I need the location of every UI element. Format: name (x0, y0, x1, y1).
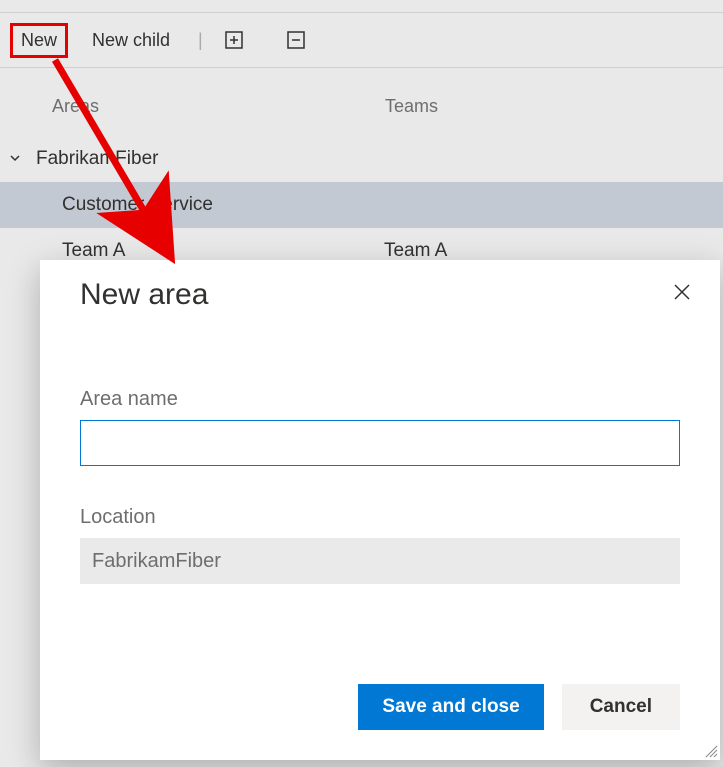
column-headers: Areas Teams (0, 96, 723, 117)
tree-item-team: Team A (384, 240, 723, 262)
area-name-label: Area name (80, 388, 178, 411)
tree-root-label: FabrikamFiber (30, 148, 158, 170)
chevron-down-icon[interactable] (0, 148, 30, 170)
area-tree: FabrikamFiber Customer Service Team A Te… (0, 136, 723, 274)
column-header-teams: Teams (385, 96, 723, 117)
tree-item-label: Team A (0, 240, 125, 262)
expand-icon[interactable] (223, 29, 245, 51)
new-area-dialog: New area Area name Location FabrikamFibe… (40, 260, 720, 760)
close-button[interactable] (668, 278, 696, 306)
dialog-actions: Save and close Cancel (358, 684, 680, 730)
area-name-input[interactable] (80, 420, 680, 466)
tree-item-label: Customer Service (0, 194, 213, 216)
new-button[interactable]: New (10, 23, 68, 58)
save-and-close-button[interactable]: Save and close (358, 684, 543, 730)
tree-root-row[interactable]: FabrikamFiber (0, 136, 723, 182)
cancel-button[interactable]: Cancel (562, 684, 680, 730)
collapse-icon[interactable] (285, 29, 307, 51)
toolbar: New New child | (0, 12, 723, 68)
new-child-button[interactable]: New child (84, 26, 178, 55)
location-label: Location (80, 506, 156, 529)
close-icon (674, 284, 690, 300)
resize-handle-icon[interactable] (702, 742, 718, 758)
tree-item-customer-service[interactable]: Customer Service (0, 182, 723, 228)
location-input[interactable]: FabrikamFiber (80, 538, 680, 584)
column-header-areas: Areas (0, 96, 385, 117)
toolbar-divider: | (194, 30, 207, 51)
dialog-title: New area (80, 278, 208, 312)
